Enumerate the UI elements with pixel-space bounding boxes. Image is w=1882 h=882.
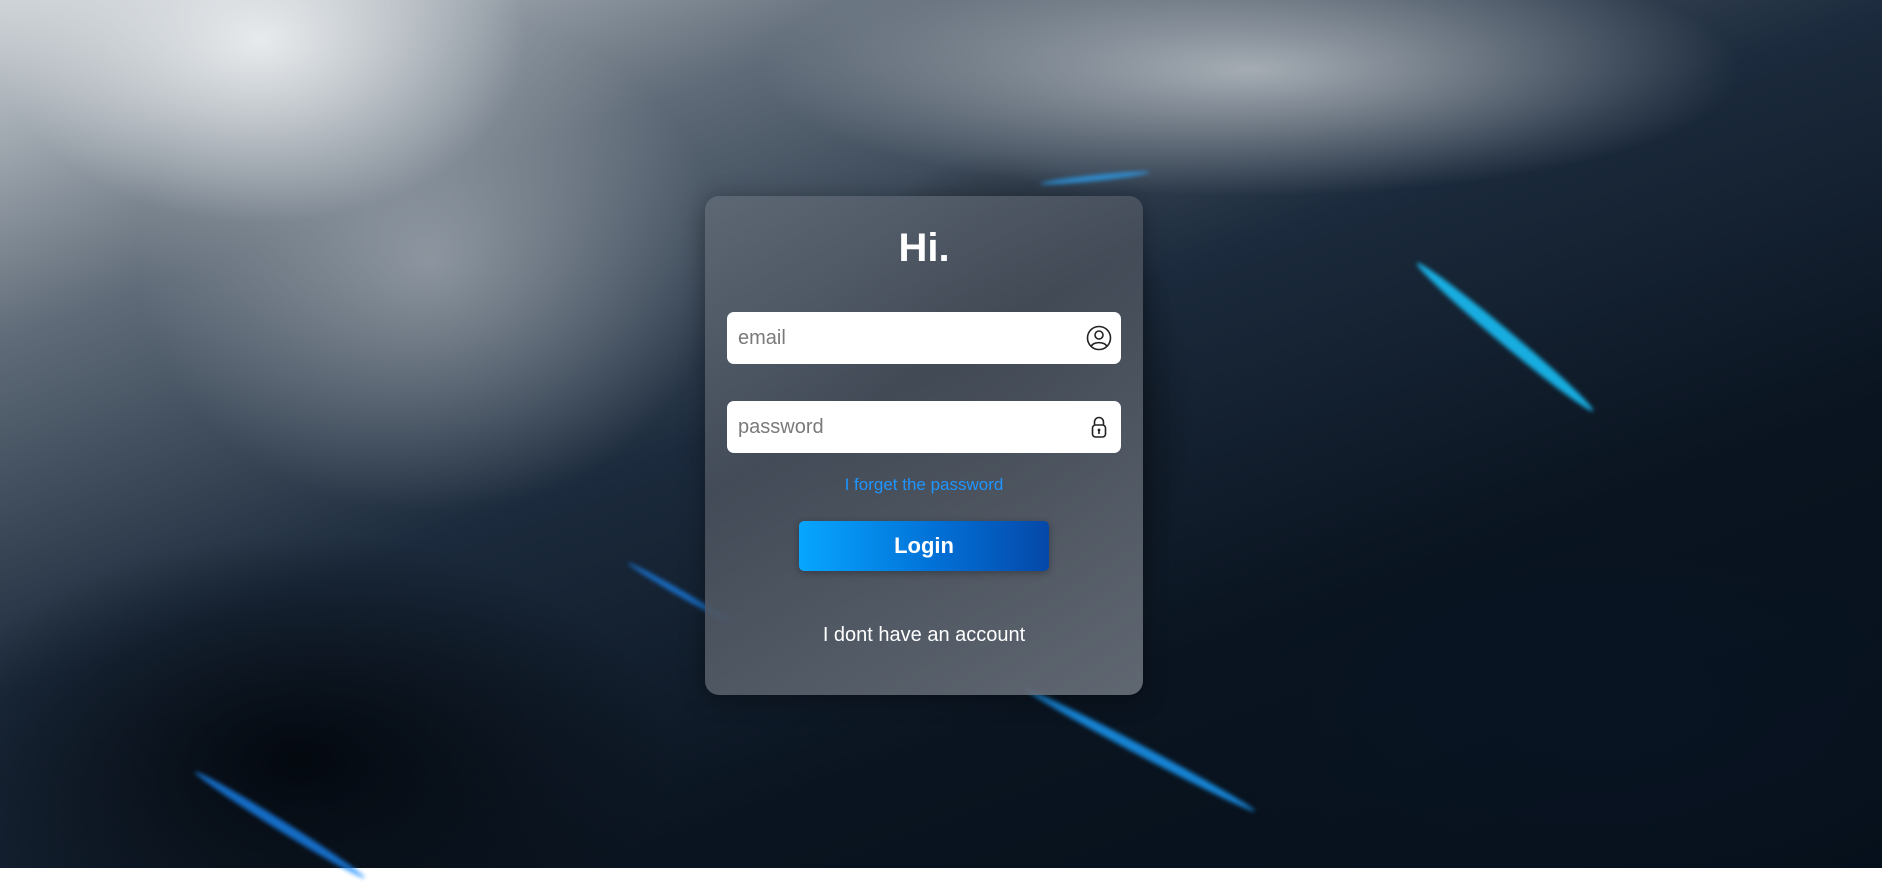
background-light-streak	[1039, 169, 1151, 187]
background-light-streak	[192, 767, 368, 882]
email-input[interactable]	[727, 312, 1078, 364]
no-account-link[interactable]: I dont have an account	[705, 624, 1143, 647]
email-field[interactable]	[727, 312, 1121, 364]
forgot-password-link[interactable]: I forget the password	[705, 475, 1143, 495]
login-card: Hi. I forget the password Login I dont h…	[705, 196, 1143, 695]
password-input[interactable]	[727, 401, 1078, 453]
lock-icon	[1086, 414, 1112, 440]
background-light-streak	[1412, 257, 1598, 417]
login-button[interactable]: Login	[799, 521, 1049, 571]
user-icon	[1086, 325, 1112, 351]
background-light-streak	[1022, 684, 1258, 816]
login-title: Hi.	[898, 226, 950, 270]
password-field[interactable]	[727, 401, 1121, 453]
